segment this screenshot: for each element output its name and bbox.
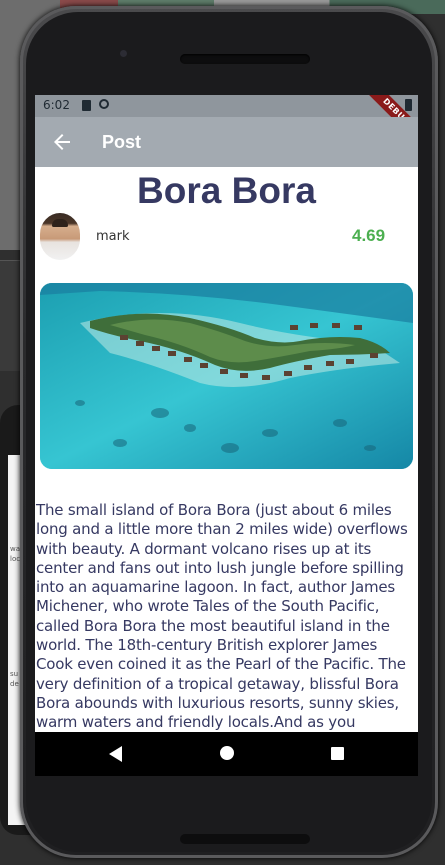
rating-value: 4.69 (352, 226, 386, 245)
app-screen: 6:02 DEBUG Post Bora Bora mark 4.69 The … (35, 95, 418, 776)
sync-icon (99, 99, 109, 109)
nav-back-icon[interactable] (109, 746, 122, 762)
sim-card-icon (82, 100, 91, 111)
post-content[interactable]: Bora Bora mark 4.69 The small island of … (35, 167, 418, 776)
background-text: de (10, 680, 19, 688)
lagoon-illustration (40, 283, 413, 469)
author-name[interactable]: mark (96, 229, 130, 244)
battery-icon (405, 99, 412, 111)
earpiece-speaker (180, 54, 310, 64)
post-image (40, 283, 413, 469)
nav-recents-icon[interactable] (331, 747, 344, 760)
status-time: 6:02 (43, 98, 70, 112)
background-text: wa (10, 545, 21, 553)
post-title: Bora Bora (137, 170, 316, 211)
status-bar: 6:02 DEBUG (35, 95, 418, 146)
app-bar: Post (35, 117, 418, 167)
arrow-left-icon[interactable] (50, 130, 74, 154)
front-camera (120, 50, 127, 57)
page-title: Post (102, 132, 142, 152)
post-body: The small island of Bora Bora (just abou… (36, 501, 408, 732)
bottom-speaker (180, 834, 310, 844)
author-avatar[interactable] (40, 213, 80, 260)
navigation-bar (35, 732, 418, 776)
nav-home-icon[interactable] (220, 746, 234, 760)
background-text: loc (10, 555, 21, 563)
background-text: su (10, 670, 19, 678)
